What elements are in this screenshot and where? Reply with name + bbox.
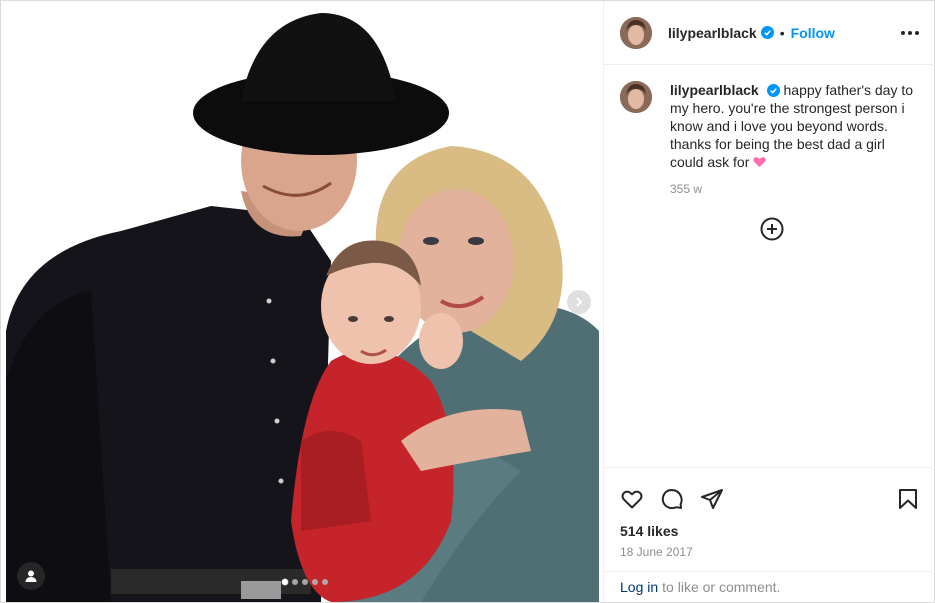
caption-username[interactable]: lilypearlblack (670, 82, 759, 98)
caption: lilypearlblack happy father's day to my … (620, 81, 920, 198)
verified-badge-icon (760, 26, 774, 39)
login-prompt: Log in to like or comment. (604, 571, 935, 602)
post-time: 355 w (670, 182, 703, 196)
share-button[interactable] (700, 487, 724, 511)
load-more-comments-button[interactable] (760, 217, 784, 241)
post-date[interactable]: 18 June 2017 (604, 539, 935, 559)
post-actions: 514 likes 18 June 2017 (604, 467, 935, 571)
verified-badge-icon (766, 84, 780, 97)
login-prompt-text: to like or comment. (662, 579, 781, 595)
comments-area: lilypearlblack happy father's day to my … (604, 65, 935, 467)
avatar[interactable] (620, 81, 652, 113)
avatar[interactable] (620, 16, 652, 49)
more-options-button[interactable] (901, 25, 919, 41)
save-button[interactable] (896, 487, 920, 511)
comment-icon (661, 489, 683, 510)
carousel-dot (282, 579, 288, 585)
carousel-indicator (282, 579, 328, 585)
more-options-icon (901, 30, 905, 35)
post-header: lilypearlblack • Follow (604, 1, 935, 65)
separator-dot: • (779, 24, 785, 41)
carousel-dot (292, 579, 298, 585)
likes-count[interactable]: 514 likes (604, 518, 935, 539)
family-photo (6, 13, 599, 602)
follow-button[interactable]: Follow (791, 25, 835, 41)
carousel-dot (312, 579, 318, 585)
post-dialog: lilypearlblack • Follow lilypearlblack h… (0, 0, 935, 603)
post-side-panel: lilypearlblack • Follow lilypearlblack h… (603, 1, 935, 602)
comment-button[interactable] (660, 487, 684, 511)
carousel-dot (302, 579, 308, 585)
share-icon (701, 489, 723, 509)
username-link[interactable]: lilypearlblack (668, 25, 757, 41)
load-more-comments-icon (760, 217, 784, 241)
pink-heart-icon (753, 157, 766, 168)
like-heart-icon (621, 490, 643, 509)
carousel-dot (322, 579, 328, 585)
like-button[interactable] (620, 487, 644, 511)
save-bookmark-icon (899, 489, 917, 509)
tagged-user-icon (25, 570, 37, 582)
next-arrow-icon (576, 297, 583, 307)
post-media[interactable] (1, 1, 603, 602)
tagged-users-button[interactable] (17, 562, 45, 590)
next-slide-button[interactable] (567, 290, 591, 314)
login-link[interactable]: Log in (620, 579, 658, 595)
